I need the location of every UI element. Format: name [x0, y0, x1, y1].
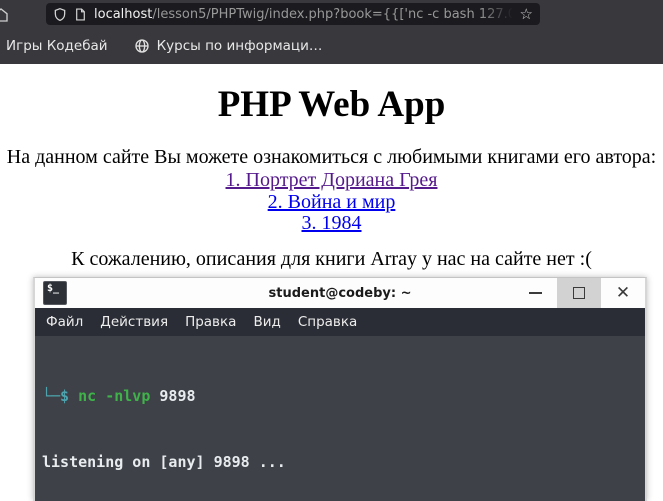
book-link-war-and-peace[interactable]: 2. Война и мир [0, 191, 663, 214]
menu-file[interactable]: Файл [46, 314, 83, 330]
terminal-output[interactable]: └─$ nc -nlvp 9898 listening on [any] 989… [35, 336, 645, 501]
url-text[interactable]: localhost/lesson5/PHPTwig/index.php?book… [94, 6, 513, 22]
maximize-icon [573, 287, 585, 299]
shell-prompt: └─$ [42, 386, 79, 405]
book-link-1984[interactable]: 3. 1984 [0, 212, 663, 235]
minimize-button[interactable] [513, 278, 557, 308]
bookmark-label: Курсы по информаци… [156, 37, 323, 54]
window-controls: ✕ [513, 278, 645, 308]
book-link-dorian-gray[interactable]: 1. Портрет Дориана Грея [0, 169, 663, 192]
terminal-icon: $_ [43, 281, 67, 305]
browser-toolbar: localhost/lesson5/PHPTwig/index.php?book… [0, 0, 663, 27]
shell-command-arg: 9898 [150, 386, 196, 405]
globe-icon [134, 38, 149, 53]
bookmark-label: Игры Кодебай [6, 37, 108, 54]
shell-command: nc -nlvp [78, 386, 151, 405]
close-button[interactable]: ✕ [601, 278, 645, 308]
terminal-menubar: Файл Действия Правка Вид Справка [35, 308, 645, 336]
menu-view[interactable]: Вид [253, 314, 280, 330]
book-links: 1. Портрет Дориана Грея 2. Война и мир 3… [0, 169, 663, 235]
maximize-button[interactable] [557, 278, 601, 308]
not-found-text: К сожалению, описания для книги Array у … [71, 247, 592, 270]
terminal-window: $_ student@codeby: ~ ✕ Файл Действия Пра… [33, 277, 647, 501]
home-icon[interactable] [0, 7, 10, 23]
url-host: localhost [94, 6, 153, 22]
screenshot-root: localhost/lesson5/PHPTwig/index.php?book… [0, 0, 663, 501]
menu-help[interactable]: Справка [298, 314, 357, 330]
menu-edit[interactable]: Правка [185, 314, 236, 330]
menu-actions[interactable]: Действия [100, 314, 168, 330]
star-icon[interactable]: ☆ [520, 6, 533, 22]
page-title: PHP Web App [217, 84, 446, 125]
url-path: /lesson5/PHPTwig/index.php?book={{['nc -… [152, 6, 513, 22]
address-bar[interactable]: localhost/lesson5/PHPTwig/index.php?book… [46, 3, 540, 25]
intro-text: На данном сайте Вы можете ознакомиться с… [6, 146, 657, 168]
minimize-icon [528, 292, 542, 294]
terminal-line: listening on [any] 9898 ... [42, 453, 286, 472]
shield-icon[interactable] [53, 7, 67, 22]
terminal-titlebar[interactable]: $_ student@codeby: ~ ✕ [35, 278, 645, 308]
bookmark-codeby-games[interactable]: Игры Кодебай [6, 38, 108, 54]
close-icon: ✕ [615, 282, 631, 303]
page-icon[interactable] [74, 7, 87, 22]
bookmark-infosec-courses[interactable]: Курсы по информаци… [134, 37, 323, 54]
bookmarks-bar: Игры Кодебай Курсы по информаци… [0, 27, 663, 64]
terminal-prompt-line: └─$ nc -nlvp 9898 [42, 385, 645, 407]
